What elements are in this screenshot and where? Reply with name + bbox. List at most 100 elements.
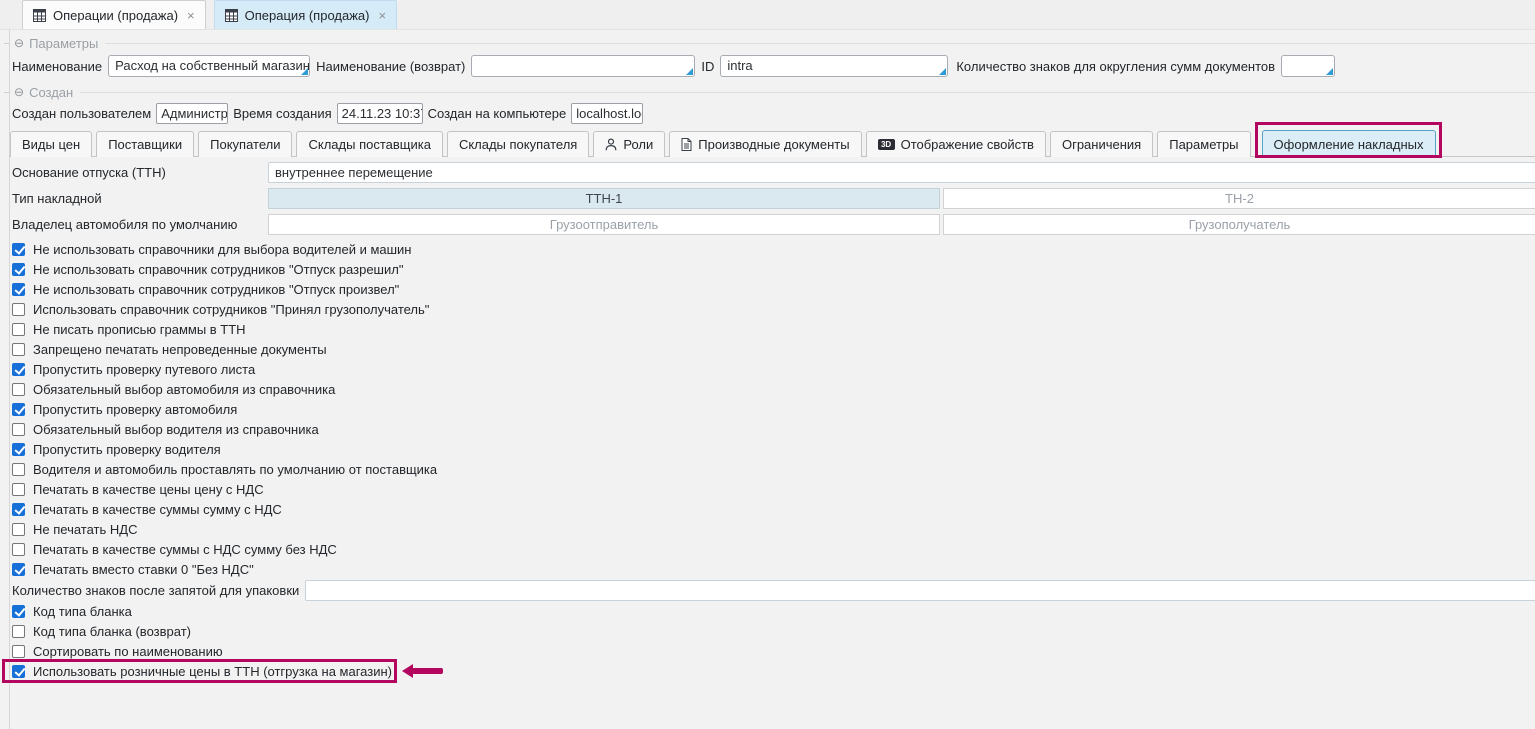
checkbox-row[interactable]: Код типа бланка (возврат) xyxy=(0,621,1535,641)
tab-buyer-warehouses[interactable]: Склады покупателя xyxy=(447,131,589,157)
checkbox[interactable] xyxy=(12,563,25,576)
group-border-line xyxy=(105,43,1535,44)
packaging-row: Количество знаков после запятой для упак… xyxy=(0,579,1535,601)
checkbox-row[interactable]: Пропустить проверку путевого листа xyxy=(0,359,1535,379)
invoice-type-row: Тип накладной ТТН-1 ТН-2 xyxy=(0,188,1535,209)
checkbox[interactable] xyxy=(12,263,25,276)
doc-tab-operation[interactable]: Операция (продажа) × xyxy=(214,0,397,29)
tab-restrictions[interactable]: Ограничения xyxy=(1050,131,1153,157)
checkbox-label: Печатать в качестве суммы с НДС сумму бе… xyxy=(33,542,337,557)
invoice-type-option-ttn1[interactable]: ТТН-1 xyxy=(268,188,940,209)
checkbox[interactable] xyxy=(12,323,25,336)
created-time-label: Время создания xyxy=(233,106,331,121)
checkbox-row[interactable]: Водителя и автомобиль проставлять по умо… xyxy=(0,459,1535,479)
rounding-input[interactable] xyxy=(1281,55,1335,77)
created-computer-input[interactable]: localhost.loca xyxy=(571,103,643,124)
id-input[interactable]: intra xyxy=(720,55,948,77)
checkbox-row[interactable]: Пропустить проверку автомобиля xyxy=(0,399,1535,419)
tab-suppliers[interactable]: Поставщики xyxy=(96,131,194,157)
checkbox[interactable] xyxy=(12,665,25,678)
checkbox[interactable] xyxy=(12,503,25,516)
tab-roles[interactable]: Роли xyxy=(593,131,665,157)
checkbox-label: Не использовать справочник сотрудников "… xyxy=(33,262,403,277)
checkbox[interactable] xyxy=(12,523,25,536)
checkbox-row[interactable]: Печатать в качестве суммы сумму с НДС xyxy=(0,499,1535,519)
checkbox-row[interactable]: Обязательный выбор водителя из справочни… xyxy=(0,419,1535,439)
checkbox-row[interactable]: Печатать в качестве цены цену с НДС xyxy=(0,479,1535,499)
checkbox-row[interactable]: Пропустить проверку водителя xyxy=(0,439,1535,459)
checkbox[interactable] xyxy=(12,625,25,638)
name-label: Наименование xyxy=(12,59,102,74)
created-user-input[interactable]: Администра xyxy=(156,103,228,124)
checkbox[interactable] xyxy=(12,483,25,496)
tab-properties-display[interactable]: 3D Отображение свойств xyxy=(866,131,1046,157)
checkbox-label: Не писать прописью граммы в ТТН xyxy=(33,322,246,337)
created-time-input[interactable]: 24.11.23 10:37 xyxy=(337,103,423,124)
car-owner-label: Владелец автомобиля по умолчанию xyxy=(0,217,268,232)
checkbox-row[interactable]: Печатать вместо ставки 0 "Без НДС" xyxy=(0,559,1535,579)
section-tabbar: Виды цен Поставщики Покупатели Склады по… xyxy=(0,128,1535,157)
checkbox[interactable] xyxy=(12,283,25,296)
close-icon[interactable]: × xyxy=(378,8,386,23)
checkbox-label: Печатать в качестве цены цену с НДС xyxy=(33,482,264,497)
packaging-input[interactable] xyxy=(305,580,1535,601)
doc-tab-operations-list[interactable]: Операции (продажа) × xyxy=(22,0,206,29)
checkbox-row[interactable]: Не использовать справочник сотрудников "… xyxy=(0,279,1535,299)
checkbox-row[interactable]: Не печатать НДС xyxy=(0,519,1535,539)
checkbox-label: Код типа бланка (возврат) xyxy=(33,624,191,639)
checkbox[interactable] xyxy=(12,383,25,396)
parameters-fields-row: Наименование Расход на собственный магаз… xyxy=(0,51,1535,81)
checkbox[interactable] xyxy=(12,303,25,316)
tab-supplier-warehouses[interactable]: Склады поставщика xyxy=(296,131,442,157)
checkbox-row[interactable]: Не использовать справочник сотрудников "… xyxy=(0,259,1535,279)
checkbox-label: Печатать вместо ставки 0 "Без НДС" xyxy=(33,562,254,577)
checkbox[interactable] xyxy=(12,343,25,356)
checkbox-row[interactable]: Код типа бланка xyxy=(0,601,1535,621)
basis-input[interactable]: внутреннее перемещение xyxy=(268,162,1535,183)
checkbox-row[interactable]: Обязательный выбор автомобиля из справоч… xyxy=(0,379,1535,399)
tab-label: Отображение свойств xyxy=(901,137,1034,152)
invoice-type-label: Тип накладной xyxy=(0,191,268,206)
checkbox-row[interactable]: Печатать в качестве суммы с НДС сумму бе… xyxy=(0,539,1535,559)
checkbox[interactable] xyxy=(12,645,25,658)
table-icon xyxy=(33,9,46,22)
checkbox-row-retail-prices[interactable]: Использовать розничные цены в ТТН (отгру… xyxy=(0,661,1535,681)
name-input[interactable]: Расход на собственный магазин xyxy=(108,55,310,77)
checkbox-label: Код типа бланка xyxy=(33,604,132,619)
checkbox[interactable] xyxy=(12,463,25,476)
checkbox[interactable] xyxy=(12,443,25,456)
checkbox[interactable] xyxy=(12,363,25,376)
tab-label: Оформление накладных xyxy=(1274,137,1424,152)
checkbox-row[interactable]: Использовать справочник сотрудников "При… xyxy=(0,299,1535,319)
checkbox-label: Запрещено печатать непроведенные докумен… xyxy=(33,342,327,357)
checkbox-label: Печатать в качестве суммы сумму с НДС xyxy=(33,502,282,517)
group-header-parameters: ⊖ Параметры xyxy=(0,35,1535,51)
table-icon xyxy=(225,9,238,22)
checkbox-row[interactable]: Сортировать по наименованию xyxy=(0,641,1535,661)
checkbox[interactable] xyxy=(12,403,25,416)
tab-invoice-layout[interactable]: Оформление накладных xyxy=(1262,130,1436,158)
close-icon[interactable]: × xyxy=(187,8,195,23)
car-owner-option-consignee[interactable]: Грузополучатель xyxy=(943,214,1535,235)
tab-price-types[interactable]: Виды цен xyxy=(10,131,92,157)
checkbox-label: Пропустить проверку путевого листа xyxy=(33,362,255,377)
checkbox-row[interactable]: Запрещено печатать непроведенные докумен… xyxy=(0,339,1535,359)
basis-label: Основание отпуска (ТТН) xyxy=(0,165,268,180)
tab-buyers[interactable]: Покупатели xyxy=(198,131,292,157)
name-return-input[interactable] xyxy=(471,55,695,77)
packaging-label: Количество знаков после запятой для упак… xyxy=(0,583,299,598)
checkbox[interactable] xyxy=(12,243,25,256)
created-fields-row: Создан пользователем Администра Время со… xyxy=(0,100,1535,126)
collapse-icon[interactable]: ⊖ xyxy=(14,86,24,98)
tab-parameters[interactable]: Параметры xyxy=(1157,131,1250,157)
checkbox[interactable] xyxy=(12,423,25,436)
checkbox[interactable] xyxy=(12,543,25,556)
car-owner-option-shipper[interactable]: Грузоотправитель xyxy=(268,214,940,235)
checkbox-row[interactable]: Не использовать справочники для выбора в… xyxy=(0,239,1535,259)
invoice-type-option-tn2[interactable]: ТН-2 xyxy=(943,188,1535,209)
doc-tab-label: Операции (продажа) xyxy=(53,8,178,23)
collapse-icon[interactable]: ⊖ xyxy=(14,37,24,49)
checkbox-row[interactable]: Не писать прописью граммы в ТТН xyxy=(0,319,1535,339)
checkbox[interactable] xyxy=(12,605,25,618)
tab-derived-documents[interactable]: Производные документы xyxy=(669,131,861,157)
